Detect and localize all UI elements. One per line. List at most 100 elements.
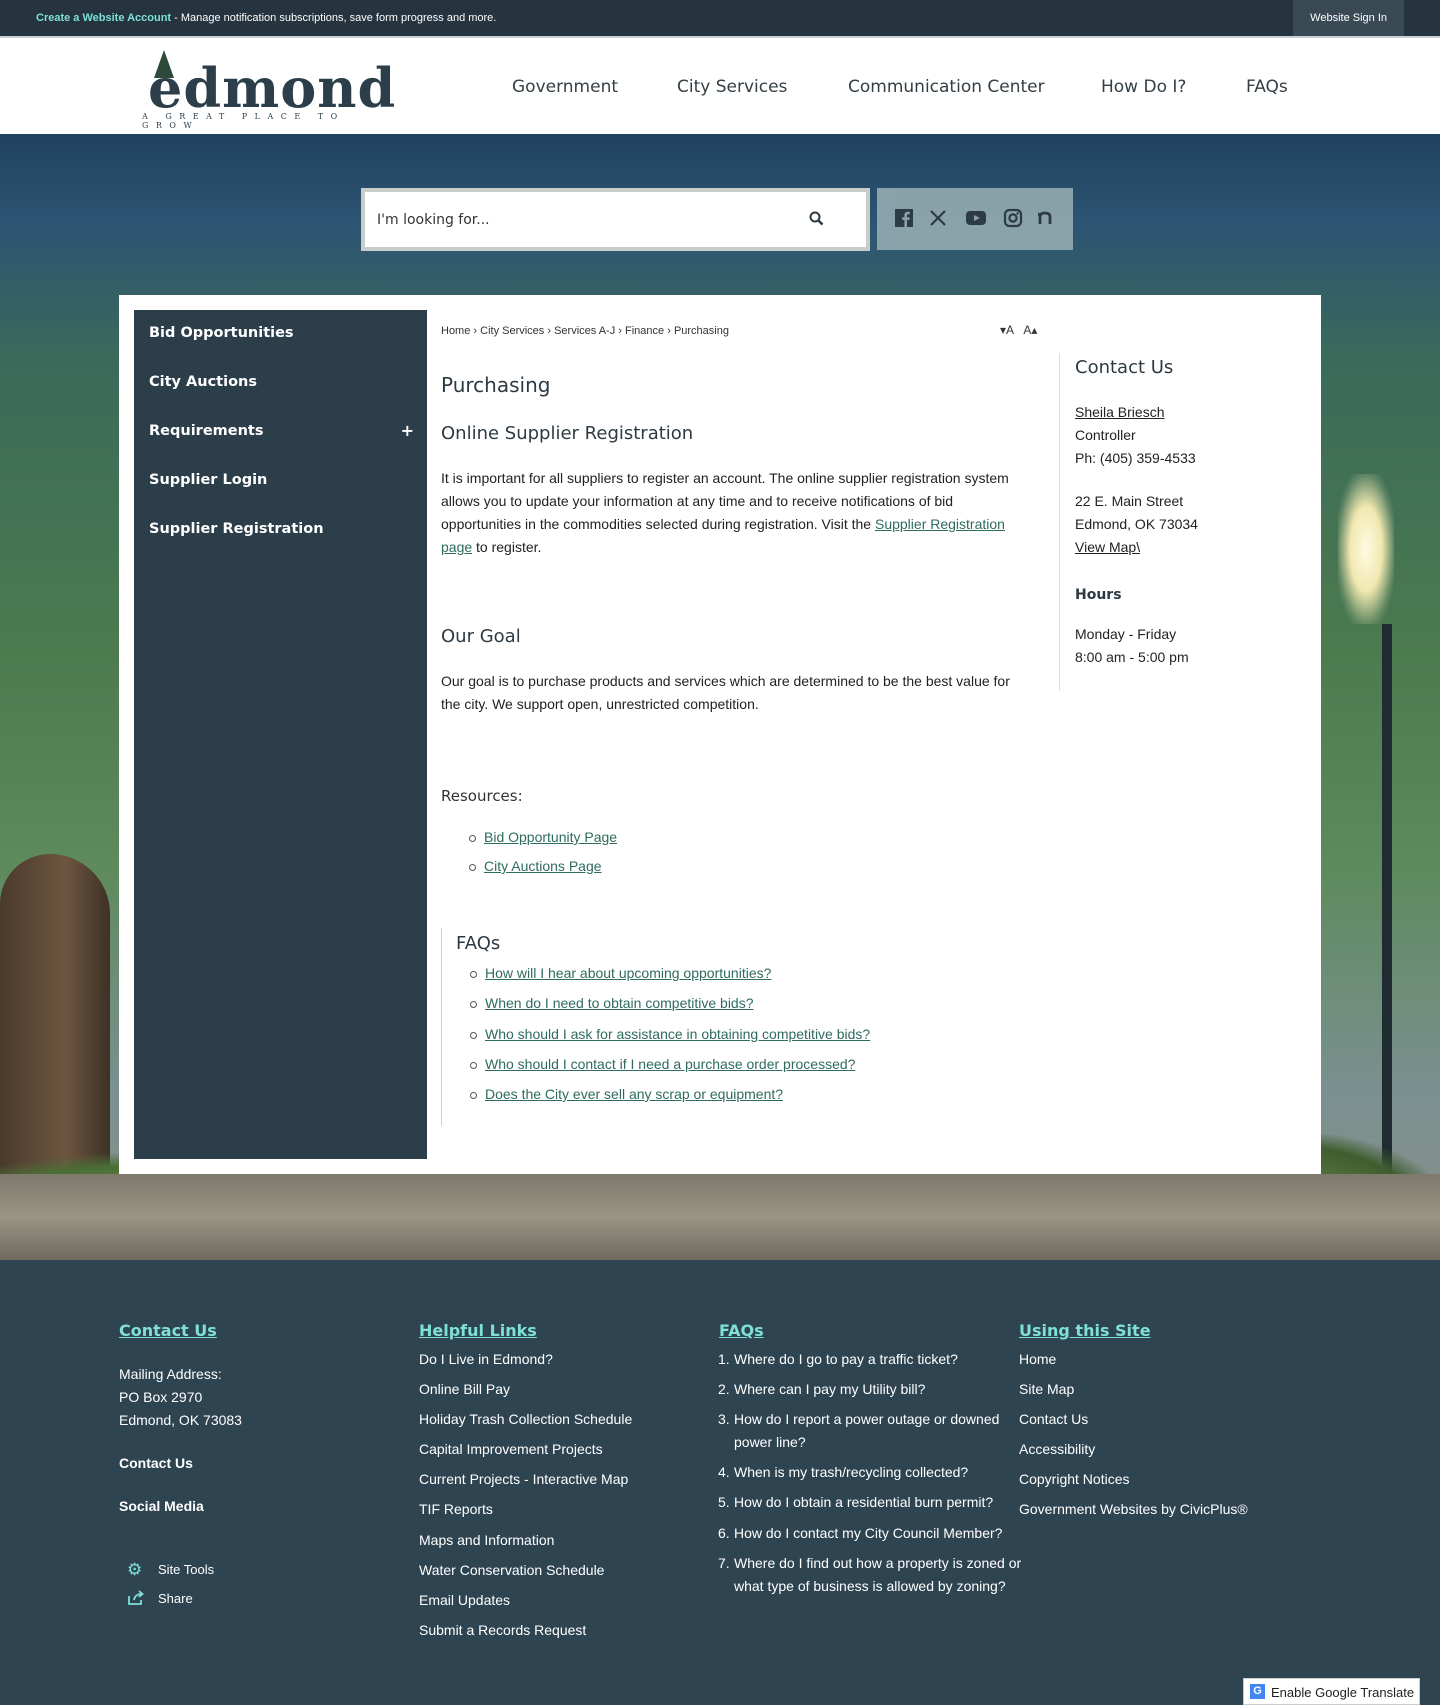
faq-link[interactable]: Who should I ask for assistance in obtai… (469, 1026, 870, 1042)
faq-link[interactable]: Who should I contact if I need a purchas… (469, 1056, 855, 1072)
hours-heading: Hours (1075, 587, 1122, 603)
view-map-link[interactable]: View Map\ (1075, 539, 1140, 555)
footer-faq-item[interactable]: 3. How do I report a power outage or down… (718, 1408, 1024, 1454)
top-bar: Create a Website Account - Manage notifi… (0, 0, 1440, 36)
faqs-heading: FAQs (456, 933, 501, 954)
decrease-font-button[interactable]: ▾A (1000, 323, 1014, 337)
sidenav-supplier-login[interactable]: Supplier Login (149, 465, 414, 495)
google-translate-button[interactable]: G Enable Google Translate (1243, 1678, 1420, 1705)
footer-using-site-heading[interactable]: Using this Site (1019, 1321, 1151, 1340)
faq-link[interactable]: How will I hear about upcoming opportuni… (469, 965, 771, 981)
search-icon[interactable] (808, 210, 826, 228)
section-paragraph: It is important for all suppliers to reg… (441, 467, 1026, 559)
footer-social-media-link[interactable]: Social Media (119, 1495, 204, 1518)
footer-faq-item[interactable]: 6. How do I contact my City Council Membe… (718, 1522, 1024, 1545)
contact-address-line1: 22 E. Main Street (1075, 493, 1184, 509)
translate-label: Enable Google Translate (1271, 1685, 1415, 1700)
breadcrumb-home[interactable]: Home (441, 325, 470, 337)
site-header: edmond A GREAT PLACE TO GROW Government … (0, 36, 1440, 134)
footer-contact-heading[interactable]: Contact Us (119, 1321, 217, 1340)
website-sign-in-button[interactable]: Website Sign In (1293, 0, 1404, 36)
breadcrumb-current: Purchasing (673, 325, 729, 337)
footer-faq-item[interactable]: 2. Where can I pay my Utility bill? (718, 1378, 1024, 1401)
faq-text: How do I report a power outage or downed… (734, 1411, 1000, 1450)
nav-label: Communication Center (848, 77, 1045, 97)
faq-link[interactable]: When do I need to obtain competitive bid… (470, 995, 754, 1011)
expand-icon[interactable]: + (401, 416, 414, 446)
footer-link[interactable]: Contact Us (1019, 1408, 1088, 1431)
mailing-city: Edmond, OK 73083 (119, 1412, 242, 1428)
resource-link[interactable]: Bid Opportunity Page (468, 829, 617, 845)
logo-wordmark: edmond (148, 56, 397, 120)
footer-link[interactable]: Site Map (1019, 1378, 1074, 1401)
resource-link[interactable]: City Auctions Page (469, 858, 602, 874)
footer-link[interactable]: Online Bill Pay (419, 1378, 510, 1401)
breadcrumb-city-services[interactable]: City Services (480, 325, 544, 337)
section-heading: Our Goal (441, 626, 521, 647)
create-account-link[interactable]: Create a Website Account (36, 12, 171, 24)
content-card: Bid Opportunities City Auctions Requirem… (119, 295, 1321, 1174)
footer-link[interactable]: Holiday Trash Collection Schedule (419, 1408, 632, 1431)
footer-faq-item[interactable]: 4. When is my trash/recycling collected? (718, 1461, 1024, 1484)
mailing-label: Mailing Address: (119, 1366, 222, 1382)
nav-faqs[interactable]: FAQs (1246, 76, 1288, 97)
footer-link[interactable]: TIF Reports (419, 1498, 493, 1521)
increase-font-button[interactable]: A▴ (1023, 323, 1037, 337)
youtube-icon[interactable] (965, 208, 987, 230)
nav-government[interactable]: Government (512, 76, 618, 97)
footer-helpful-links-heading[interactable]: Helpful Links (419, 1321, 537, 1340)
footer-link[interactable]: Government Websites by CivicPlus® (1019, 1498, 1248, 1521)
faq-number: 3. (718, 1411, 730, 1427)
x-icon[interactable] (927, 208, 949, 230)
faq-text: How do I obtain a residential burn permi… (734, 1494, 994, 1510)
nextdoor-icon[interactable] (1035, 208, 1057, 230)
footer-faq-item[interactable]: 1. Where do I go to pay a traffic ticket? (718, 1348, 1024, 1371)
account-message: Create a Website Account - Manage notifi… (36, 12, 496, 24)
footer-link[interactable]: Accessibility (1019, 1438, 1095, 1461)
breadcrumb-finance[interactable]: Finance (625, 325, 664, 337)
logo-tagline: A GREAT PLACE TO GROW (142, 112, 345, 130)
breadcrumb-services-a-j[interactable]: Services A-J (554, 325, 615, 337)
nav-how-do-i[interactable]: How Do I? (1101, 76, 1186, 97)
paragraph-text: to register. (472, 539, 542, 555)
site-search (361, 188, 870, 251)
footer-link[interactable]: Current Projects - Interactive Map (419, 1468, 628, 1491)
contact-address-line2: Edmond, OK 73034 (1075, 516, 1198, 532)
contact-name-link[interactable]: Sheila Briesch (1075, 404, 1165, 420)
faq-number: 7. (718, 1555, 730, 1571)
faq-number: 6. (718, 1525, 730, 1541)
edmond-logo[interactable]: edmond A GREAT PLACE TO GROW (138, 50, 395, 130)
faq-number: 5. (718, 1494, 730, 1510)
footer-link[interactable]: Home (1019, 1348, 1056, 1371)
nav-city-services[interactable]: City Services (677, 76, 787, 97)
instagram-icon[interactable] (1002, 208, 1024, 230)
sidenav-city-auctions[interactable]: City Auctions (149, 367, 414, 397)
footer-faqs-heading[interactable]: FAQs (719, 1321, 764, 1340)
footer-link[interactable]: Email Updates (419, 1589, 510, 1612)
footer-faq-item[interactable]: 5. How do I obtain a residential burn per… (718, 1491, 1024, 1514)
hours-days: Monday - Friday (1075, 626, 1177, 642)
sidenav-requirements[interactable]: Requirements + (149, 416, 414, 446)
nav-communication-center[interactable]: Communication Center (848, 76, 1045, 97)
contact-role: Controller (1075, 427, 1136, 443)
nav-label: FAQs (1246, 77, 1288, 97)
footer-contact-us-link[interactable]: Contact Us (119, 1452, 193, 1475)
gear-icon: ⚙ (127, 1560, 143, 1579)
footer-link[interactable]: Do I Live in Edmond? (419, 1348, 553, 1371)
footer-link[interactable]: Copyright Notices (1019, 1468, 1130, 1491)
contact-heading: Contact Us (1075, 357, 1174, 378)
sidenav-bid-opportunities[interactable]: Bid Opportunities (149, 318, 414, 348)
sidebar-divider (1059, 353, 1060, 691)
footer-link[interactable]: Capital Improvement Projects (419, 1438, 603, 1461)
search-input[interactable] (377, 192, 777, 247)
faq-link[interactable]: Does the City ever sell any scrap or equ… (469, 1086, 783, 1102)
facebook-icon[interactable] (893, 208, 915, 230)
faq-text: Where can I pay my Utility bill? (734, 1381, 926, 1397)
footer-link[interactable]: Submit a Records Request (419, 1619, 586, 1642)
footer-faq-item[interactable]: 7. Where do I find out how a property is … (718, 1552, 1024, 1598)
nav-label: City Services (677, 77, 788, 97)
faq-number: 4. (718, 1464, 730, 1480)
footer-link[interactable]: Water Conservation Schedule (419, 1559, 604, 1582)
footer-link[interactable]: Maps and Information (419, 1529, 554, 1552)
sidenav-supplier-registration[interactable]: Supplier Registration (149, 514, 414, 544)
